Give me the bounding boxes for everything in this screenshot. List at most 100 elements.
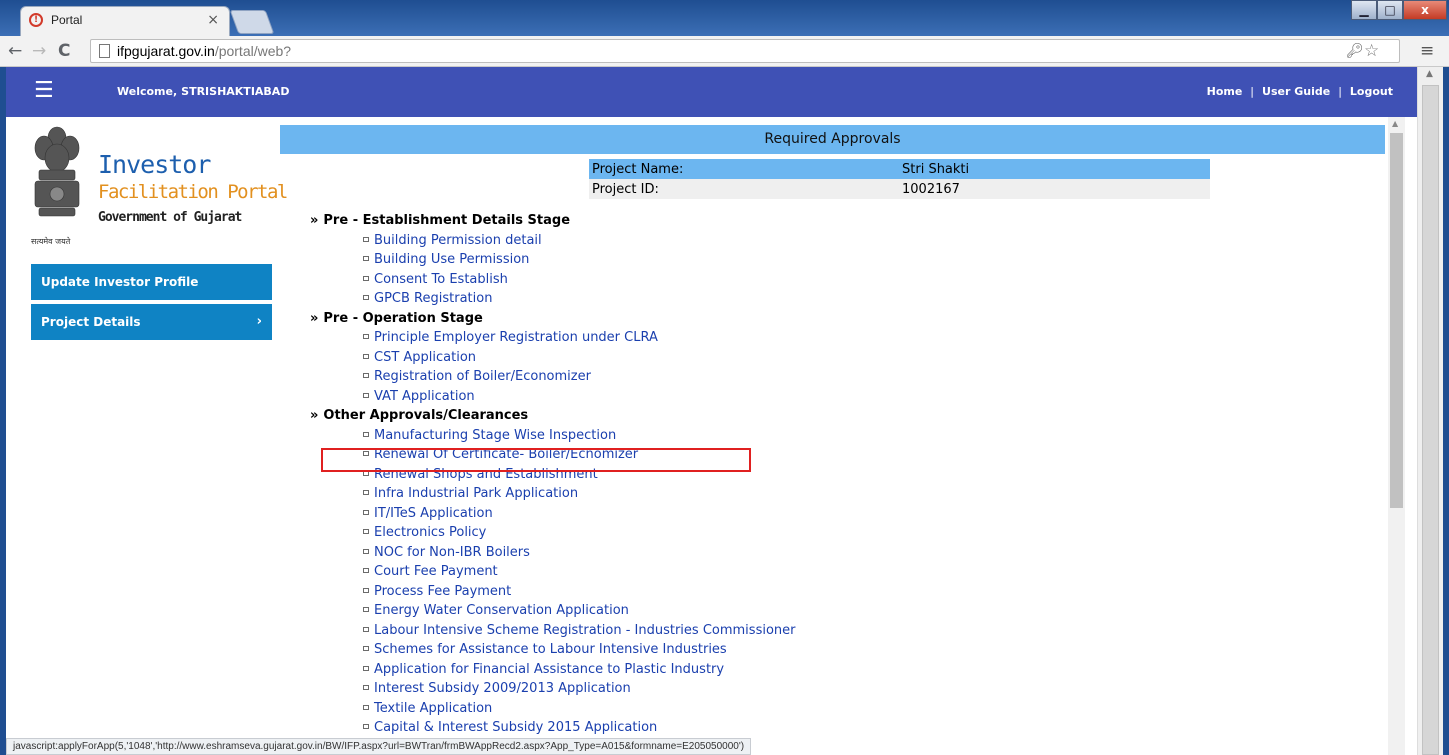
stage-heading: » Pre - Establishment Details Stage	[310, 211, 1210, 231]
approval-link[interactable]: Consent To Establish	[310, 270, 1210, 290]
bullet-icon	[363, 509, 369, 515]
chevron-right-icon: ›	[256, 314, 262, 329]
approval-link[interactable]: Textile Application	[310, 699, 1210, 719]
page-frame-right	[1443, 67, 1449, 755]
nav-separator: |	[1250, 85, 1255, 98]
approval-link[interactable]: IT/ITeS Application	[310, 504, 1210, 524]
stage-heading-label: Other Approvals/Clearances	[323, 408, 529, 423]
forward-arrow-icon[interactable]: →	[32, 41, 46, 61]
page-frame-left	[0, 67, 6, 755]
approval-link[interactable]: Court Fee Payment	[310, 562, 1210, 582]
reload-icon[interactable]: C	[58, 41, 70, 61]
close-window-button[interactable]: x	[1403, 0, 1447, 20]
approval-link-label: Infra Industrial Park Application	[374, 486, 579, 501]
approval-link[interactable]: CST Application	[310, 348, 1210, 368]
approvals-list: » Pre - Establishment Details Stage Build…	[310, 211, 1210, 738]
stage-heading-label: Pre - Operation Stage	[323, 310, 483, 326]
sidebar-item-update-investor-profile[interactable]: Update Investor Profile	[31, 264, 272, 300]
approval-link[interactable]: GPCB Registration	[310, 289, 1210, 309]
approval-link-label: NOC for Non-IBR Boilers	[374, 544, 530, 560]
welcome-text: Welcome, STRISHAKTIABAD	[117, 85, 289, 98]
stage-heading: » Pre - Operation Stage	[310, 309, 1210, 329]
approval-link[interactable]: Registration of Boiler/Economizer	[310, 367, 1210, 387]
approval-link-label: VAT Application	[374, 388, 475, 404]
approval-link-label: Textile Application	[374, 700, 493, 716]
approval-link[interactable]: Schemes for Assistance to Labour Intensi…	[310, 640, 1210, 660]
tab-close-icon[interactable]: ×	[207, 12, 219, 28]
approval-link[interactable]: Manufacturing Stage Wise Inspection	[310, 426, 1210, 446]
app-header: ☰ Welcome, STRISHAKTIABAD Home | User Guide…	[6, 67, 1417, 117]
ashoka-emblem-icon	[34, 126, 80, 217]
home-link[interactable]: Home	[1207, 85, 1243, 98]
bullet-icon	[363, 256, 369, 261]
content-scroll-up-icon[interactable]: ▲	[1392, 119, 1398, 128]
double-chevron-icon: »	[310, 310, 319, 326]
approval-link[interactable]: Electronics Policy	[310, 523, 1210, 543]
back-arrow-icon[interactable]: ←	[8, 41, 22, 61]
approval-link[interactable]: Principle Employer Registration under CL…	[310, 328, 1210, 348]
approval-link[interactable]: Application for Financial Assistance to …	[310, 660, 1210, 680]
bullet-icon	[363, 236, 369, 242]
approval-link-label: Process Fee Payment	[374, 583, 512, 599]
new-tab-button[interactable]	[229, 10, 275, 34]
approval-link-label: Schemes for Assistance to Labour Intensi…	[374, 642, 727, 657]
approval-link-label: Energy Water Conservation Application	[374, 603, 629, 618]
bullet-icon	[363, 353, 369, 359]
bullet-icon	[363, 685, 369, 690]
approval-link[interactable]: Capital & Interest Subsidy 2015 Applicat…	[310, 718, 1210, 738]
scroll-up-arrow-icon[interactable]: ▲	[1426, 69, 1433, 79]
table-row: Project Name: Stri Shakti	[589, 159, 1210, 179]
bullet-icon	[363, 295, 369, 300]
bullet-icon	[363, 431, 369, 437]
page-scrollbar-thumb[interactable]	[1422, 85, 1439, 755]
approval-link-renewal-boiler[interactable]: Renewal Of Certificate- Boiler/Ecnomizer	[310, 445, 1210, 465]
approval-link[interactable]: NOC for Non-IBR Boilers	[310, 543, 1210, 563]
tab-title: Portal	[51, 13, 83, 27]
approval-link-label: Interest Subsidy 2009/2013 Application	[374, 681, 631, 696]
url-text[interactable]: ifpgujarat.gov.in/portal/web?	[117, 43, 291, 59]
logo-subtitle: Facilitation Portal	[98, 181, 288, 203]
approval-link[interactable]: Process Fee Payment	[310, 582, 1210, 602]
project-name-value: Stri Shakti	[899, 159, 1210, 179]
approval-link[interactable]: Building Permission detail	[310, 231, 1210, 251]
url-path: /portal/web?	[214, 43, 292, 59]
approval-link-label: Building Permission detail	[374, 232, 542, 248]
logout-link[interactable]: Logout	[1350, 85, 1393, 98]
approval-link-label: Capital & Interest Subsidy 2015 Applicat…	[374, 720, 658, 735]
browser-tabstrip: ! Portal × ▁ □ x	[0, 0, 1449, 36]
emblem-motto: सत्यमेव जयते	[31, 237, 71, 246]
approval-link[interactable]: Building Use Permission	[310, 250, 1210, 270]
project-id-label: Project ID:	[589, 179, 899, 199]
approval-link[interactable]: Labour Intensive Scheme Registration - I…	[310, 621, 1210, 641]
maximize-button[interactable]: □	[1377, 0, 1403, 20]
bullet-icon	[363, 373, 369, 378]
approval-link[interactable]: VAT Application	[310, 387, 1210, 407]
status-bar: javascript:applyForApp(5,'1048','http://…	[6, 738, 752, 755]
logo-government: Government of Gujarat	[98, 210, 242, 225]
bullet-icon	[363, 646, 369, 651]
approval-link-label: Labour Intensive Scheme Registration - I…	[374, 622, 796, 638]
browser-menu-icon[interactable]: ≡	[1420, 41, 1434, 61]
browser-tab[interactable]: ! Portal ×	[20, 6, 230, 36]
approval-link[interactable]: Renewal Shops and Establishment	[310, 465, 1210, 485]
content-scrollbar-thumb[interactable]	[1390, 133, 1403, 508]
address-bar[interactable]: ifpgujarat.gov.in/portal/web?	[90, 39, 1400, 63]
approval-link[interactable]: Energy Water Conservation Application	[310, 601, 1210, 621]
user-guide-link[interactable]: User Guide	[1262, 85, 1330, 98]
bullet-icon	[363, 626, 369, 632]
bullet-icon	[363, 548, 369, 554]
approval-link[interactable]: Infra Industrial Park Application	[310, 484, 1210, 504]
bookmark-star-icon[interactable]: ☆	[1364, 41, 1379, 61]
sidebar-item-label: Update Investor Profile	[41, 275, 199, 289]
minimize-button[interactable]: ▁	[1351, 0, 1377, 20]
approval-link-label: Manufacturing Stage Wise Inspection	[374, 427, 617, 443]
approval-link-label: Principle Employer Registration under CL…	[374, 330, 658, 345]
hamburger-menu-icon[interactable]: ☰	[34, 78, 54, 103]
content-scrollbar[interactable]: ▲	[1388, 117, 1405, 755]
approval-link[interactable]: Interest Subsidy 2009/2013 Application	[310, 679, 1210, 699]
page-scrollbar[interactable]: ▲	[1417, 67, 1443, 755]
approval-link-label: Consent To Establish	[374, 271, 508, 287]
sidebar-item-project-details[interactable]: Project Details ›	[31, 304, 272, 340]
bullet-icon	[363, 392, 369, 398]
key-icon[interactable]: 🔑︎	[1346, 43, 1364, 59]
